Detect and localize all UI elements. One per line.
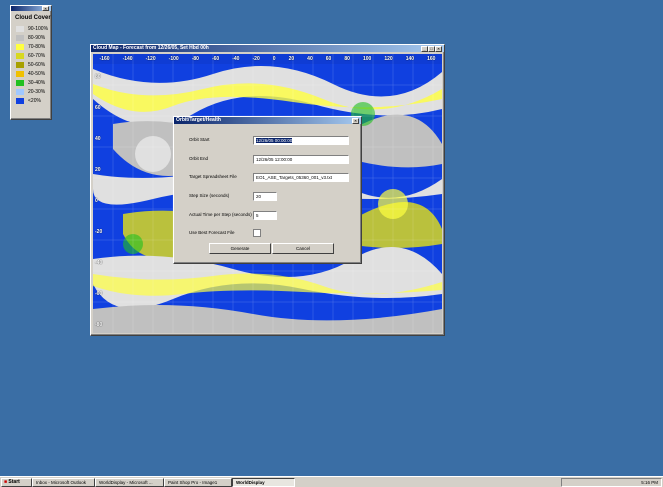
longitude-label: -40 bbox=[232, 56, 240, 62]
longitude-label: -140 bbox=[122, 56, 133, 62]
legend-item: 60-70% bbox=[16, 51, 51, 60]
latitude-label: 40 bbox=[95, 136, 101, 142]
legend-item: 30-40% bbox=[16, 78, 51, 87]
longitude-label: -20 bbox=[252, 56, 260, 62]
legend-swatch bbox=[16, 97, 24, 104]
legend-item: 20-30% bbox=[16, 87, 51, 96]
longitude-label: -100 bbox=[168, 56, 179, 62]
latitude-label: 0 bbox=[95, 198, 98, 204]
legend-swatch bbox=[16, 34, 24, 41]
cancel-button[interactable]: Cancel bbox=[272, 243, 334, 254]
longitude-label: 100 bbox=[362, 56, 372, 62]
legend-label: 90-100% bbox=[28, 25, 49, 32]
orbit-start-value: 12/26/05 00:00:00 bbox=[256, 138, 293, 143]
legend-label: 40-50% bbox=[28, 70, 46, 77]
longitude-label: 20 bbox=[288, 56, 295, 62]
target-file-input[interactable]: EO1_ASE_Targets_05360_001_v3.txt bbox=[253, 173, 349, 182]
longitude-labels: -160 -140 -120 -100 -80 -60 -40 -20 0 20 40 60 80 100… bbox=[93, 54, 442, 64]
close-icon[interactable]: × bbox=[352, 118, 359, 124]
latitude-label: 20 bbox=[95, 167, 101, 173]
orbit-end-input[interactable]: 12/26/05 12:00:00 bbox=[253, 155, 349, 164]
legend-swatch bbox=[16, 43, 24, 50]
legend-item: 40-50% bbox=[16, 69, 51, 78]
map-window-title: Cloud Map - Forecast from 12/26/05, Set … bbox=[93, 45, 209, 51]
legend-swatch bbox=[16, 79, 24, 86]
use-best-forecast-label: Use Best Forecast File bbox=[189, 230, 235, 235]
legend-label: 20-30% bbox=[28, 88, 46, 95]
longitude-label: -60 bbox=[211, 56, 220, 62]
orbit-start-input[interactable]: 12/26/05 00:00:00 bbox=[253, 136, 349, 145]
legend-label: 70-80% bbox=[28, 43, 46, 50]
longitude-label: -160 bbox=[99, 56, 110, 62]
legend-swatch bbox=[16, 61, 24, 68]
legend-item: 50-60% bbox=[16, 60, 51, 69]
longitude-label: -80 bbox=[191, 56, 199, 62]
latitude-label: -60 bbox=[95, 291, 103, 297]
longitude-label: 120 bbox=[384, 56, 393, 62]
longitude-label: -120 bbox=[145, 56, 156, 62]
legend-item: 90-100% bbox=[16, 24, 51, 33]
close-icon[interactable]: × bbox=[42, 6, 49, 11]
legend-swatch bbox=[16, 52, 24, 59]
legend-list: 90-100% 80-90% 70-80% 60-70% 50-60% 40-50% 30-… bbox=[11, 24, 51, 105]
latitude-label: 60 bbox=[95, 105, 101, 111]
generate-button[interactable]: Generate bbox=[209, 243, 271, 254]
legend-swatch bbox=[16, 88, 24, 95]
target-file-label: Target Spreadsheet File bbox=[189, 174, 237, 179]
start-label: Start bbox=[8, 479, 20, 485]
legend-item: 70-80% bbox=[16, 42, 51, 51]
windows-logo-icon: ■ bbox=[4, 479, 8, 485]
dialog-title: Orbit/Target/Health bbox=[176, 117, 221, 123]
longitude-label: 80 bbox=[344, 56, 350, 62]
legend-label: 60-70% bbox=[28, 52, 46, 59]
step-size-label: Step Size (seconds) bbox=[189, 193, 230, 198]
cloud-cover-legend-window: × Cloud Cover 90-100% 80-90% 70-80% 60-70% 5… bbox=[10, 5, 52, 120]
orbit-start-label: Orbit Start bbox=[189, 137, 210, 142]
minimize-icon[interactable]: _ bbox=[421, 46, 428, 52]
legend-title: Cloud Cover bbox=[15, 15, 51, 21]
map-titlebar[interactable]: Cloud Map - Forecast from 12/26/05, Set … bbox=[91, 45, 444, 52]
orbit-target-health-dialog: Orbit/Target/Health × Orbit Start 12/26/… bbox=[173, 116, 362, 264]
longitude-label: 140 bbox=[405, 56, 415, 62]
use-best-forecast-checkbox[interactable] bbox=[253, 229, 261, 237]
latitude-label: 80 bbox=[95, 74, 101, 80]
latitude-label: -20 bbox=[95, 229, 103, 235]
legend-swatch bbox=[16, 25, 24, 32]
legend-swatch bbox=[16, 70, 24, 77]
legend-titlebar[interactable]: × bbox=[11, 6, 51, 11]
orbit-end-label: Orbit End bbox=[189, 156, 209, 161]
legend-label: 30-40% bbox=[28, 79, 46, 86]
latitude-label: -80 bbox=[95, 322, 103, 328]
actual-time-label: Actual Time per Step (seconds) bbox=[189, 212, 252, 217]
actual-time-input[interactable]: 5 bbox=[253, 211, 277, 220]
maximize-icon[interactable]: □ bbox=[428, 46, 435, 52]
close-icon[interactable]: × bbox=[435, 46, 442, 52]
legend-label: <20% bbox=[28, 97, 41, 104]
clock[interactable]: 5:16 PM bbox=[641, 480, 658, 485]
longitude-label: 60 bbox=[325, 56, 332, 62]
legend-item: 80-90% bbox=[16, 33, 51, 42]
dialog-titlebar[interactable]: Orbit/Target/Health × bbox=[174, 117, 361, 124]
legend-label: 80-90% bbox=[28, 34, 46, 41]
longitude-label: 40 bbox=[307, 56, 313, 62]
longitude-label: 160 bbox=[427, 56, 436, 62]
taskbar: ■ Start Inbox - Microsoft Outlook WorldD… bbox=[0, 476, 663, 487]
legend-item: <20% bbox=[16, 96, 51, 105]
longitude-label: 0 bbox=[272, 56, 276, 62]
latitude-label: -40 bbox=[95, 260, 103, 266]
step-size-input[interactable]: 20 bbox=[253, 192, 277, 201]
legend-label: 50-60% bbox=[28, 61, 46, 68]
